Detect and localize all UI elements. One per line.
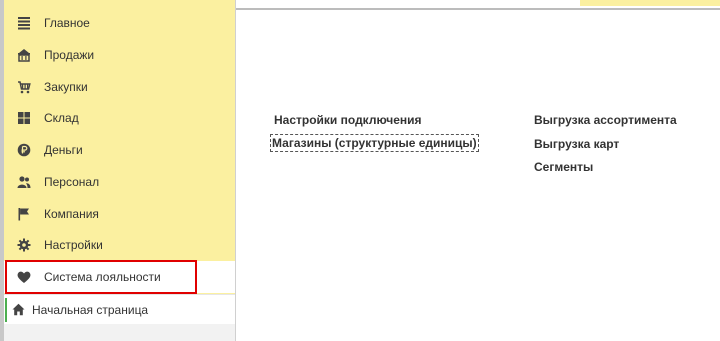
home-page-label: Начальная страница [32, 303, 149, 317]
sidebar-item-label: Персонал [44, 175, 100, 189]
sidebar-item-main[interactable]: Главное [4, 7, 235, 39]
sidebar-item-warehouse[interactable]: Склад [4, 102, 235, 134]
sidebar-item-label: Продажи [44, 48, 95, 62]
app-window: Главное Продажи Закупки Склад Деньги Пер… [0, 0, 720, 341]
gear-icon [17, 238, 31, 252]
sidebar-item-label: Склад [44, 111, 79, 125]
menu-lines-icon [18, 17, 30, 30]
sidebar-item-purchases[interactable]: Закупки [4, 71, 235, 103]
link-export-assortment[interactable]: Выгрузка ассортимента [534, 113, 677, 127]
sidebar-bottom [4, 324, 236, 341]
active-indicator [5, 298, 7, 322]
home-icon [12, 303, 25, 316]
top-separator [236, 8, 720, 10]
people-icon [17, 176, 31, 188]
sidebar-item-company[interactable]: Компания [4, 198, 235, 230]
sidebar-item-label: Настройки [44, 238, 103, 252]
store-basket-icon [18, 49, 30, 62]
loyalty-highlight-frame [5, 260, 197, 294]
top-strip-yellow [580, 0, 720, 6]
warehouse-grid-icon [18, 112, 30, 124]
sidebar-item-label: Закупки [44, 80, 88, 94]
shopping-cart-icon [18, 81, 31, 94]
sidebar-item-sales[interactable]: Продажи [4, 39, 235, 71]
sidebar-item-label: Деньги [44, 143, 83, 157]
sidebar-item-label: Компания [44, 207, 99, 221]
sidebar-divider [235, 0, 236, 341]
sidebar-item-label: Главное [44, 16, 90, 30]
coin-ruble-icon [17, 143, 31, 157]
sidebar-item-money[interactable]: Деньги [4, 134, 235, 166]
link-stores[interactable]: Магазины (структурные единицы) [270, 134, 479, 152]
sidebar-item-staff[interactable]: Персонал [4, 166, 235, 198]
home-page-tab[interactable]: Начальная страница [4, 294, 235, 324]
link-connection-settings[interactable]: Настройки подключения [274, 113, 422, 127]
flag-icon [18, 208, 29, 221]
link-segments[interactable]: Сегменты [534, 160, 593, 174]
link-export-cards[interactable]: Выгрузка карт [534, 137, 619, 151]
sidebar-item-settings[interactable]: Настройки [4, 229, 235, 261]
